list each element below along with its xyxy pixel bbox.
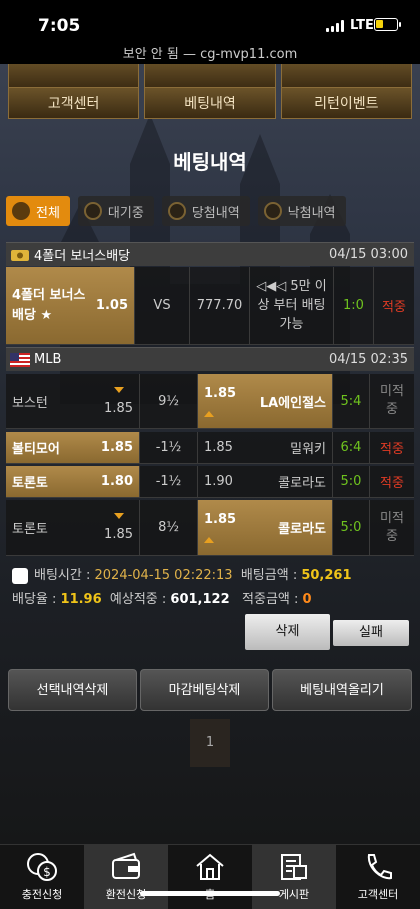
bet-summary-line-2: 배당율 : 11.96 예상적중 : 601,122 적중금액 : 0 [12, 592, 312, 607]
top-menu-row-2: 고객센터 베팅내역 리턴이벤트 [8, 87, 412, 119]
away-selection[interactable]: 1.90 콜로라도 [198, 466, 333, 497]
home-selection[interactable]: 토론토 1.85 [6, 500, 140, 555]
bet-row: 보스턴 1.85 9½ 1.85 LA에인절스 5:4 미적중 [6, 374, 414, 429]
radio-icon [263, 202, 282, 220]
radio-icon [83, 202, 102, 220]
tab-lost[interactable]: 낙첨내역 [257, 196, 346, 226]
delete-button[interactable]: 삭제 [245, 614, 330, 650]
home-selection[interactable]: 보스턴 1.85 [6, 374, 140, 428]
network-type: LTE [350, 18, 374, 33]
page-title: 베팅내역 [173, 150, 247, 174]
page-number[interactable]: 1 [190, 719, 230, 767]
bet-row: 볼티모어 1.85 -1½ 1.85 밀워키 6:4 적중 [6, 432, 414, 464]
fail-button[interactable]: 실패 [333, 620, 409, 646]
wallet-icon [112, 852, 140, 879]
signal-icon [326, 20, 344, 32]
home-indicator [140, 891, 280, 896]
result-badge: 적중 [382, 300, 406, 315]
clock: 7:05 [38, 16, 81, 36]
handicap: -1½ [140, 432, 198, 463]
nav-withdraw[interactable]: 환전신청 [84, 845, 168, 909]
odds-up-icon [204, 410, 214, 417]
result-badge: 미적중 [380, 384, 404, 417]
delete-closed-button[interactable]: 마감베팅삭제 [140, 669, 269, 711]
score: 5:0 [333, 500, 370, 555]
away-selection[interactable]: 1.85 밀워키 [198, 432, 333, 463]
home-selection[interactable]: 토론토 1.80 [6, 466, 140, 497]
upload-history-button[interactable]: 베팅내역올리기 [272, 669, 412, 711]
away-selection[interactable]: 1.85 콜로라도 [198, 500, 333, 555]
battery-icon [374, 18, 401, 31]
tab-pending[interactable]: 대기중 [77, 196, 154, 226]
nav-customer-center[interactable]: 고객센터 [336, 845, 420, 909]
home-icon [196, 853, 224, 880]
away-selection[interactable]: 1.85 LA에인절스 [198, 374, 333, 428]
tab-all[interactable]: 전체 [6, 196, 70, 226]
radio-icon [167, 202, 186, 220]
score: 6:4 [333, 432, 370, 463]
result-badge: 적중 [380, 476, 404, 491]
league-header: MLB 04/15 02:35 [6, 347, 414, 371]
league-header: 4폴더 보너스배당 04/15 03:00 [6, 242, 414, 266]
flag-icon [10, 352, 30, 367]
away-selection[interactable]: ◁◀◁ 5만 이상 부터 배팅 가능 [250, 267, 334, 344]
score: 5:0 [333, 466, 370, 497]
menu-return-event[interactable]: 리턴이벤트 [280, 87, 412, 119]
board-icon [281, 854, 307, 880]
menu-customer-center[interactable]: 고객센터 [8, 87, 140, 119]
bottom-nav: $ 충전신청 환전신청 홈 게시판 고객센터 [0, 844, 420, 909]
bet-row: 4폴더 보너스배당 ★ 1.05 VS 777.70 ◁◀◁ 5만 이상 부터 … [6, 267, 414, 345]
tab-won[interactable]: 당첨내역 [161, 196, 250, 226]
status-bar: 7:05 LTE 보안 안 됨 — cg-mvp11.com [0, 0, 420, 64]
delete-selected-button[interactable]: 선택내역삭제 [8, 669, 137, 711]
score: 1:0 [334, 267, 374, 344]
phone-icon [367, 854, 392, 880]
filter-tabs: 전체 대기중 당첨내역 낙첨내역 [6, 196, 346, 226]
bet-summary-line-1: 배팅시간 : 2024-04-15 02:22:13 배팅금액 : 50,261 [12, 564, 352, 584]
handicap: 8½ [140, 500, 198, 555]
result-badge: 미적중 [380, 510, 404, 544]
nav-deposit[interactable]: $ 충전신청 [0, 845, 84, 909]
menu-bet-history[interactable]: 베팅내역 [144, 87, 276, 119]
odds-down-icon [113, 386, 124, 393]
page-content: 고객센터 베팅내역 리턴이벤트 베팅내역 전체 대기중 당첨내역 낙첨내역 4폴… [0, 64, 420, 844]
home-selection[interactable]: 볼티모어 1.85 [6, 432, 140, 463]
home-selection[interactable]: 4폴더 보너스배당 ★ 1.05 [6, 267, 135, 344]
score: 5:4 [333, 374, 370, 428]
odds-down-icon [113, 513, 124, 519]
handicap: 9½ [140, 374, 198, 428]
coins-icon: $ [27, 853, 57, 881]
address-bar[interactable]: 보안 안 됨 — cg-mvp11.com [0, 43, 420, 62]
bet-row: 토론토 1.85 8½ 1.85 콜로라도 5:0 미적중 [6, 500, 414, 556]
handicap: -1½ [140, 466, 198, 497]
svg-text:$: $ [43, 865, 51, 879]
money-bag-icon [11, 249, 29, 261]
odds-up-icon [204, 537, 214, 543]
nav-board[interactable]: 게시판 [252, 845, 336, 909]
radio-icon [12, 202, 30, 220]
draw-odds[interactable]: 777.70 [190, 267, 250, 344]
nav-home[interactable]: 홈 [168, 845, 252, 909]
result-badge: 적중 [380, 442, 404, 457]
select-checkbox[interactable] [12, 567, 28, 584]
vs-label: VS [135, 267, 190, 344]
bet-row: 토론토 1.80 -1½ 1.90 콜로라도 5:0 적중 [6, 466, 414, 498]
